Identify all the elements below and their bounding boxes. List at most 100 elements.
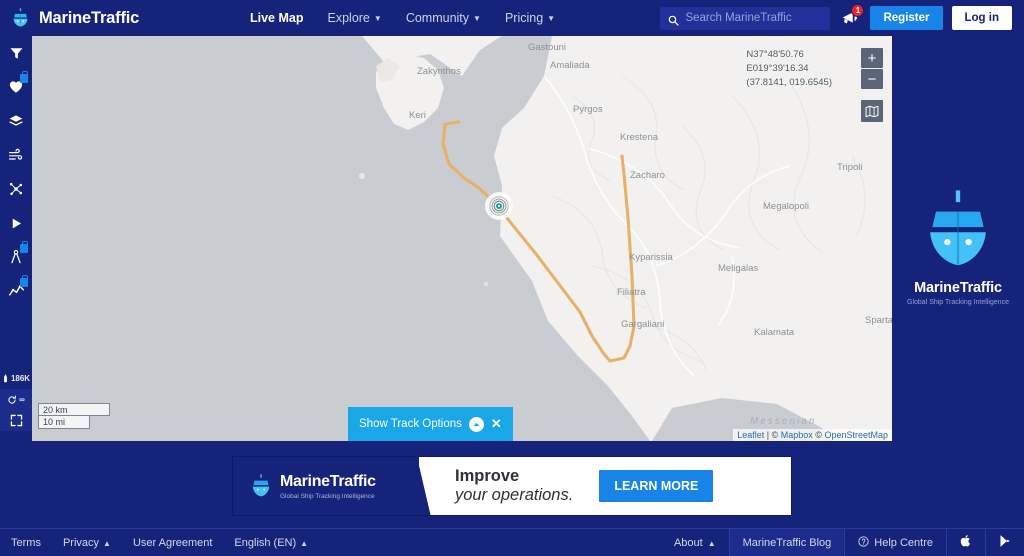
footer-link-label: Terms bbox=[11, 536, 41, 549]
auto-refresh-indicator[interactable]: ∞ bbox=[0, 389, 32, 410]
ad-brand-block: MarineTraffic Global Ship Tracking Intel… bbox=[233, 457, 431, 515]
lock-icon bbox=[20, 241, 28, 253]
fullscreen-button[interactable] bbox=[0, 410, 32, 431]
coordinate-readout: N37°48'50.76 E019°39'16.34 (37.8141, 019… bbox=[746, 48, 832, 90]
chevron-down-icon: ▼ bbox=[473, 14, 481, 23]
coord-lat: N37°48'50.76 bbox=[746, 49, 804, 60]
chevron-down-icon: ▼ bbox=[373, 14, 382, 23]
app-store-link[interactable] bbox=[946, 528, 985, 556]
nav-item-pricing[interactable]: Pricing ▼ bbox=[505, 11, 555, 25]
footer-link-user-agreement[interactable]: User Agreement bbox=[133, 537, 212, 549]
footer-link-label: English (EN) bbox=[234, 536, 297, 549]
play-store-link[interactable] bbox=[985, 528, 1024, 556]
nav-item-explore[interactable]: Explore ▼ bbox=[328, 11, 382, 25]
sidebar-item-measure[interactable] bbox=[0, 240, 32, 274]
ad-brand-name: MarineTraffic bbox=[280, 472, 376, 490]
zoom-in-button[interactable]: + bbox=[861, 48, 883, 68]
live-map[interactable]: Gastouni Amaliada Zakynthos Pyrgos Keri … bbox=[32, 36, 892, 441]
refresh-icon bbox=[8, 395, 17, 404]
ad-banner[interactable]: MarineTraffic Global Ship Tracking Intel… bbox=[232, 456, 792, 516]
footer-link-label: Privacy bbox=[62, 536, 100, 549]
nav-item-live-map[interactable]: Live Map bbox=[250, 11, 304, 25]
scale-metric: 20 km bbox=[38, 403, 110, 416]
ad-copy: Improve your operations. bbox=[455, 467, 573, 505]
show-track-options-label: Show Track Options bbox=[359, 418, 462, 430]
footer-link-help-centre[interactable]: Help Centre bbox=[844, 528, 946, 556]
sidebar-item-statistics[interactable] bbox=[0, 274, 32, 308]
sidebar-item-weather[interactable] bbox=[0, 138, 32, 172]
map-layers-icon bbox=[865, 105, 879, 117]
ship-logo-icon bbox=[248, 473, 274, 499]
vessel-position-marker[interactable] bbox=[485, 192, 513, 220]
footer-link-label: Help Centre bbox=[874, 536, 933, 549]
chevron-down-icon: ▼ bbox=[547, 14, 556, 23]
top-header: MarineTraffic Live Map Explore ▼ Communi… bbox=[0, 0, 1024, 36]
attribution-sep: | © bbox=[764, 430, 781, 440]
zoom-out-button[interactable]: − bbox=[861, 69, 883, 89]
notification-badge: 1 bbox=[851, 4, 865, 17]
nav-item-label: Live Map bbox=[250, 11, 304, 25]
footer-link-blog[interactable]: MarineTraffic Blog bbox=[728, 528, 845, 556]
sidebar-item-playback[interactable] bbox=[0, 206, 32, 240]
coord-lon: E019°39'16.34 bbox=[746, 63, 809, 74]
footer-link-label: User Agreement bbox=[132, 536, 213, 549]
vessel-count-indicator[interactable]: 186K bbox=[0, 368, 32, 389]
ad-content-block: Improve your operations. LEARN MORE bbox=[419, 457, 791, 515]
ship-logo-icon bbox=[912, 186, 1004, 274]
attribution-osm-link[interactable]: OpenStreetMap bbox=[824, 430, 888, 440]
learn-more-button[interactable]: LEARN MORE bbox=[599, 470, 714, 502]
nav-item-label: Explore bbox=[327, 11, 370, 25]
search-box[interactable] bbox=[660, 6, 831, 30]
sidebar-item-routes[interactable] bbox=[0, 172, 32, 206]
map-layers-button[interactable] bbox=[861, 100, 883, 122]
footer-link-about[interactable]: About ▲ bbox=[661, 529, 729, 556]
footer-link-terms[interactable]: Terms bbox=[11, 537, 41, 549]
register-button[interactable]: Register bbox=[870, 6, 943, 30]
chevron-up-icon: ▲ bbox=[707, 538, 716, 548]
fullscreen-icon bbox=[10, 414, 22, 427]
search-icon bbox=[668, 13, 680, 26]
footer: Terms Privacy ▲ User Agreement English (… bbox=[0, 528, 1024, 556]
chevron-up-icon: ▲ bbox=[300, 538, 309, 548]
layers-icon bbox=[9, 115, 23, 126]
nav-item-community[interactable]: Community ▼ bbox=[406, 11, 481, 25]
play-store-icon bbox=[999, 534, 1011, 551]
nav-item-label: Pricing bbox=[504, 11, 544, 25]
sidebar-item-favourites[interactable] bbox=[0, 70, 32, 104]
login-button[interactable]: Log in bbox=[951, 6, 1012, 30]
chevron-up-circle-icon[interactable] bbox=[468, 416, 484, 432]
footer-left-links: Terms Privacy ▲ User Agreement English (… bbox=[0, 537, 308, 549]
question-circle-icon bbox=[858, 535, 869, 550]
chevron-up-icon: ▲ bbox=[103, 538, 111, 548]
ship-logo-icon bbox=[9, 7, 32, 29]
coord-decimal: (37.8141, 019.6545) bbox=[746, 77, 832, 88]
vessel-icon bbox=[4, 374, 7, 383]
ad-banner-region: MarineTraffic Global Ship Tracking Intel… bbox=[0, 456, 1024, 516]
sidebar-item-filter[interactable] bbox=[0, 36, 32, 70]
scale-bar: 20 km 10 mi bbox=[38, 403, 110, 429]
promo-tagline: Global Ship Tracking Intelligence bbox=[907, 299, 1009, 306]
footer-link-label: MarineTraffic Blog bbox=[742, 536, 832, 549]
attribution-leaflet-link[interactable]: Leaflet bbox=[737, 430, 764, 440]
brand-home-link[interactable]: MarineTraffic bbox=[0, 7, 250, 29]
attribution-mapbox-link[interactable]: Mapbox bbox=[781, 430, 813, 440]
footer-language-selector[interactable]: English (EN) ▲ bbox=[234, 537, 308, 549]
sidebar-item-layers[interactable] bbox=[0, 104, 32, 138]
play-icon bbox=[12, 218, 21, 228]
promo-brand-name: MarineTraffic bbox=[914, 280, 1002, 296]
announcements-button[interactable]: 1 bbox=[839, 4, 865, 29]
lock-icon bbox=[20, 71, 28, 83]
ad-headline: Improve bbox=[455, 467, 520, 485]
footer-link-label: About bbox=[673, 536, 703, 549]
footer-link-privacy[interactable]: Privacy ▲ bbox=[63, 537, 111, 549]
search-input[interactable] bbox=[685, 12, 821, 24]
close-icon[interactable]: ✕ bbox=[491, 416, 502, 432]
nav-item-label: Community bbox=[405, 11, 470, 25]
wind-icon bbox=[9, 148, 23, 160]
attribution-sep: © bbox=[812, 430, 825, 440]
network-icon bbox=[9, 182, 23, 196]
ad-subheadline: your operations. bbox=[455, 486, 574, 504]
show-track-options-bar[interactable]: Show Track Options ✕ bbox=[348, 407, 513, 441]
filter-icon bbox=[10, 47, 22, 59]
right-promo-panel: MarineTraffic Global Ship Tracking Intel… bbox=[892, 36, 1024, 456]
